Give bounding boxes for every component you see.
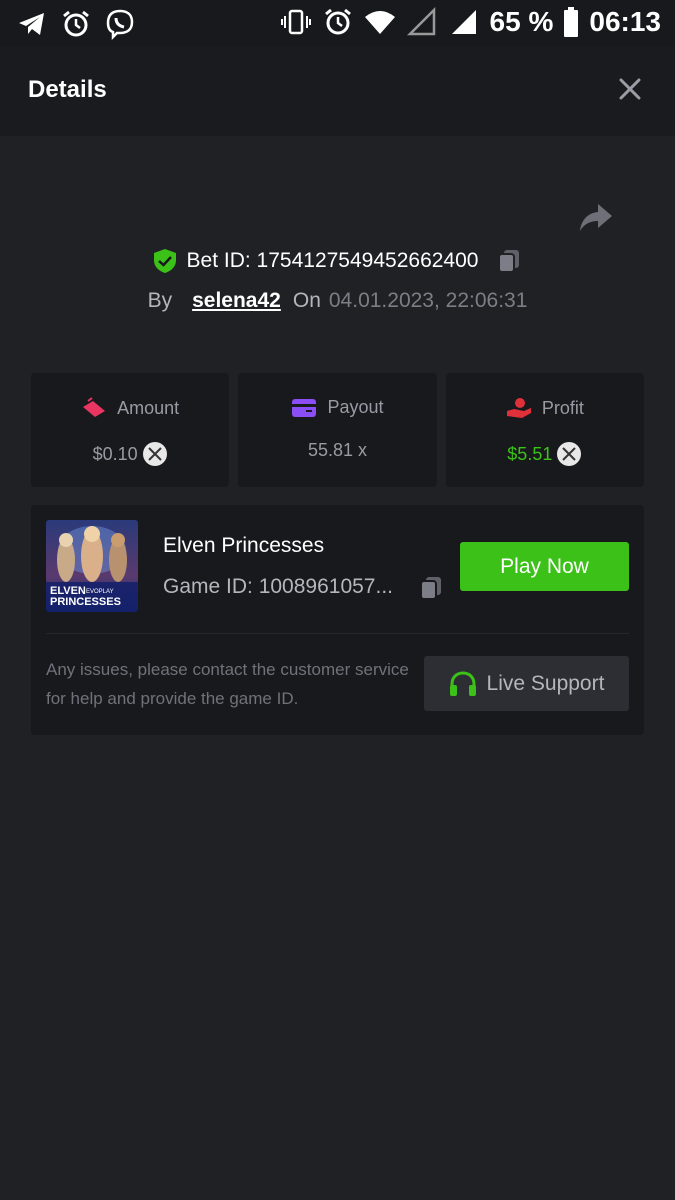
profit-value: $5.51 [507, 443, 553, 464]
telegram-icon [19, 13, 44, 35]
profit-hand-icon [506, 398, 531, 418]
status-bar: 65 % 06:13 [0, 0, 675, 46]
amount-label: Amount [117, 397, 180, 418]
bet-author-line: By selena42 On 04.01.2023, 22:06:31 [0, 289, 675, 313]
currency-coin-icon [142, 442, 167, 466]
live-support-label: Live Support [486, 671, 605, 695]
headset-icon [449, 670, 476, 696]
wifi-icon [364, 11, 395, 34]
profit-label: Profit [541, 397, 584, 418]
game-name: Elven Princesses [163, 534, 325, 557]
thumb-title-line2: PRINCESSES [50, 596, 121, 608]
bet-datetime: 04.01.2023, 22:06:31 [328, 289, 528, 312]
copy-icon[interactable] [418, 575, 444, 601]
bet-stats: Amount $0.10 Payout 55.81 x Profit $5.51 [31, 373, 644, 487]
payout-value: 55.81 x [307, 440, 368, 460]
alarm-icon [63, 10, 89, 37]
by-label: By [147, 289, 173, 312]
on-label: On [292, 289, 321, 312]
verified-shield-icon [153, 249, 176, 273]
profit-card: Profit $5.51 [445, 373, 644, 487]
bet-id-line: Bet ID: 1754127549452662400 [0, 248, 675, 280]
viber-icon [106, 9, 134, 40]
amount-card: Amount $0.10 [31, 373, 230, 487]
payout-label: Payout [327, 397, 384, 417]
live-support-button[interactable]: Live Support [424, 656, 629, 711]
card-icon [292, 398, 317, 417]
amount-icon [83, 397, 106, 417]
copy-icon[interactable] [496, 248, 522, 274]
username-link[interactable]: selena42 [192, 289, 281, 312]
game-thumbnail[interactable]: ELVEN EVOPLAY PRINCESSES [46, 520, 138, 612]
vibrate-icon [280, 9, 311, 35]
clock: 06:13 [589, 6, 661, 37]
details-header: Details [0, 46, 675, 136]
divider [46, 633, 629, 634]
signal-empty-icon [406, 6, 435, 36]
battery-percent: 65 % [489, 6, 554, 37]
support-message: Any issues, please contact the customer … [46, 660, 409, 708]
page-title: Details [28, 76, 107, 103]
game-card: ELVEN EVOPLAY PRINCESSES Elven Princesse… [31, 505, 644, 735]
share-icon[interactable] [578, 200, 614, 234]
amount-value: $0.10 [92, 443, 138, 464]
play-now-button[interactable]: Play Now [460, 542, 629, 591]
signal-icon [451, 10, 476, 34]
bet-id: Bet ID: 1754127549452662400 [186, 249, 479, 272]
close-icon[interactable] [617, 76, 643, 102]
battery-icon [564, 7, 579, 37]
game-id: Game ID: 1008961057... [163, 575, 393, 598]
payout-card: Payout 55.81 x [238, 373, 437, 487]
alarm-icon [324, 8, 351, 35]
currency-coin-icon [557, 442, 582, 466]
thumb-brand: EVOPLAY [86, 589, 114, 595]
